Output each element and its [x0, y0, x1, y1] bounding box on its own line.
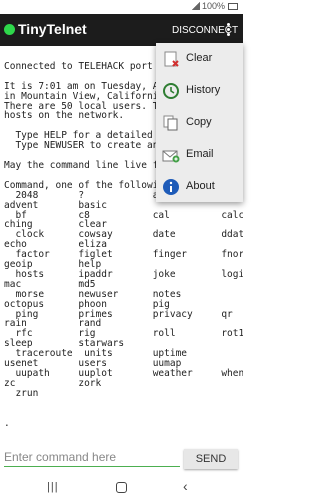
status-right: 100% [191, 1, 238, 11]
menu-item-label: Email [186, 148, 214, 160]
app-title: TinyTelnet [18, 21, 87, 37]
command-input-container [4, 448, 180, 467]
battery-percent: 100% [201, 1, 225, 11]
menu-item-clear[interactable]: Clear [156, 43, 243, 75]
history-icon [163, 83, 179, 99]
recents-icon[interactable]: ||| [47, 481, 59, 493]
info-icon [163, 179, 179, 195]
menu-item-label: Clear [186, 52, 213, 64]
navigation-bar: ||| ‹ [0, 476, 243, 500]
email-icon [162, 150, 180, 163]
menu-item-copy[interactable]: Copy [156, 107, 243, 139]
menu-item-about[interactable]: About [156, 171, 243, 203]
overflow-menu: Clear History Copy Email About [156, 43, 243, 202]
status-bar: 100% [0, 0, 243, 14]
menu-item-label: History [186, 84, 221, 96]
clear-icon [164, 51, 179, 67]
back-icon[interactable]: ‹ [183, 478, 188, 494]
send-button[interactable]: SEND [184, 449, 238, 469]
menu-item-label: Copy [186, 116, 212, 128]
copy-icon [163, 115, 178, 131]
home-icon[interactable] [116, 482, 127, 493]
overflow-menu-icon[interactable] [226, 23, 231, 39]
connection-status-dot [4, 24, 15, 35]
menu-item-label: About [186, 180, 215, 192]
battery-icon [228, 2, 238, 10]
menu-item-history[interactable]: History [156, 75, 243, 107]
app-bar: TinyTelnet DISCONNECT [0, 14, 243, 46]
signal-icon [191, 2, 200, 10]
command-input[interactable] [4, 448, 180, 466]
menu-item-email[interactable]: Email [156, 139, 243, 171]
